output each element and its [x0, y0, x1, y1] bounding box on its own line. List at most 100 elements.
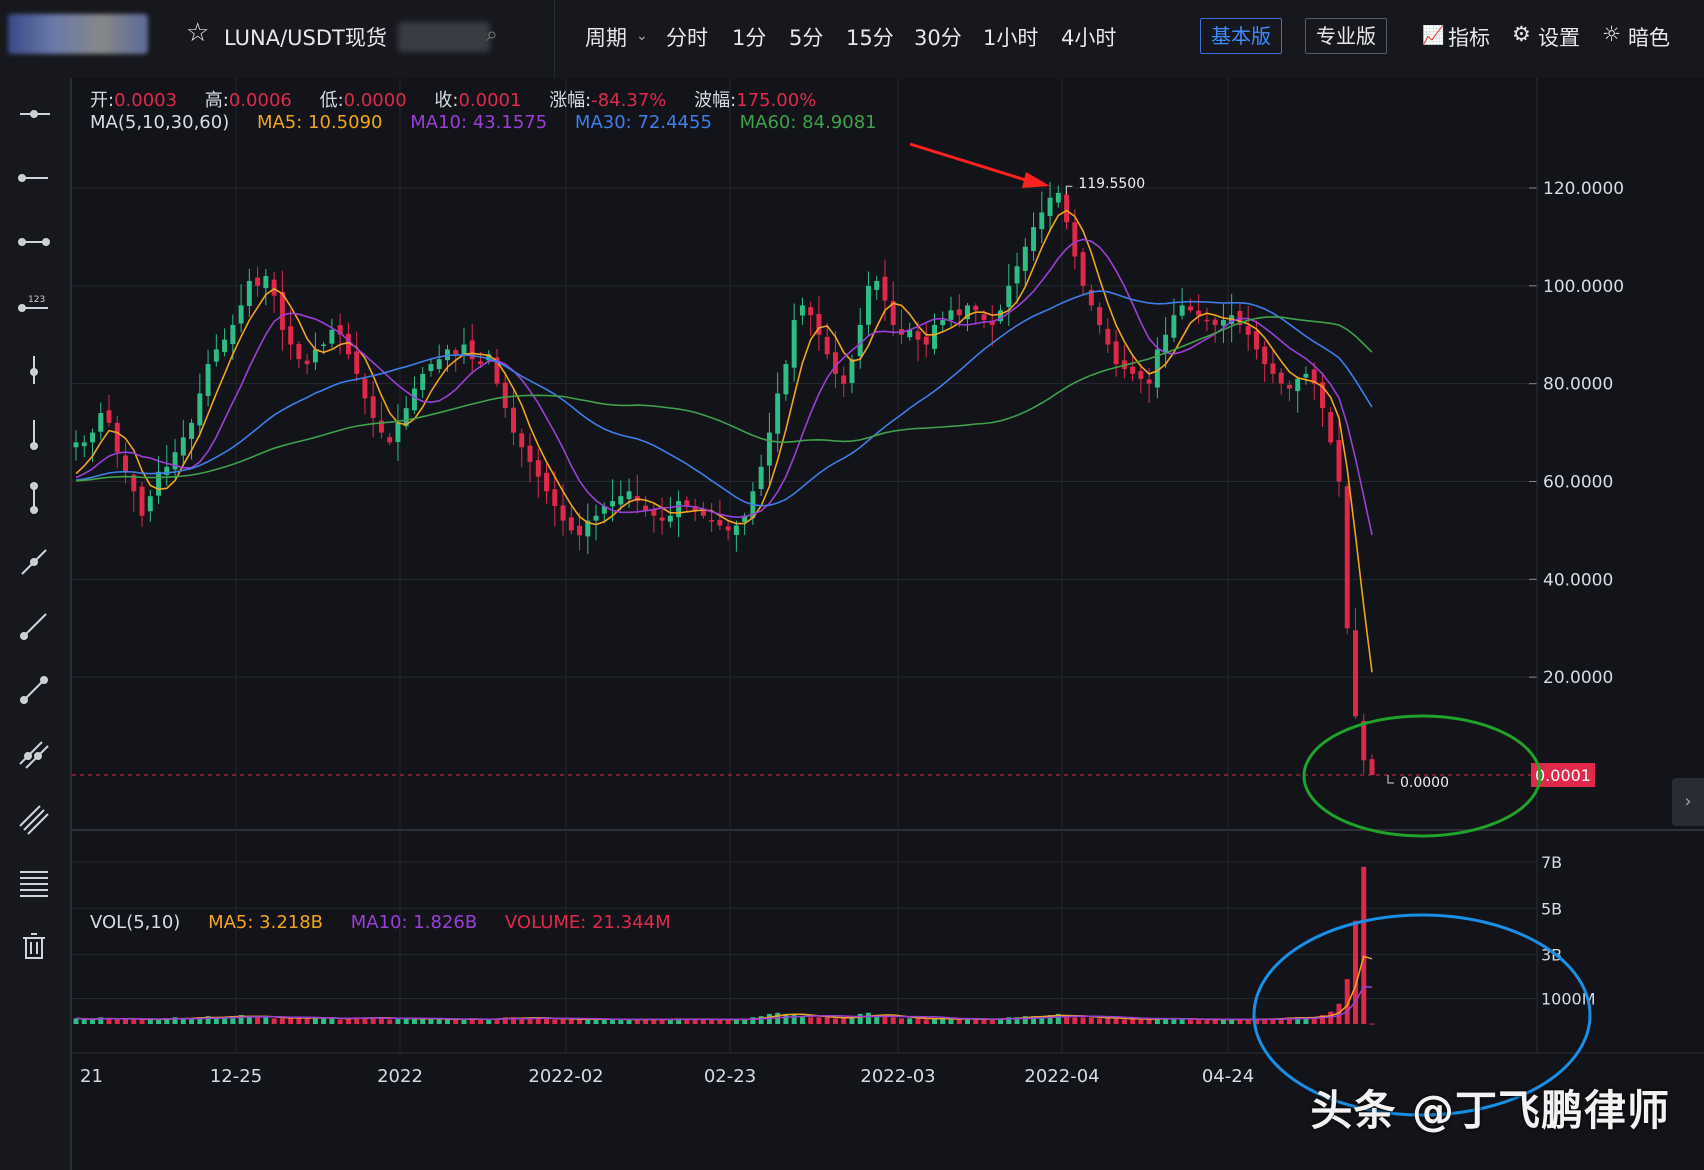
candle-body: [593, 515, 599, 521]
multi-parallel-icon[interactable]: [14, 798, 54, 838]
price-line-icon[interactable]: 123: [14, 286, 54, 326]
trend-ray-icon[interactable]: [14, 542, 54, 582]
tab-timeframe-2[interactable]: 5分: [789, 22, 823, 52]
candle-body: [766, 432, 772, 466]
volume-bar: [907, 1018, 913, 1024]
tab-timeframe-3[interactable]: 15分: [846, 22, 894, 52]
candle-body: [189, 422, 195, 439]
volume-bar: [956, 1019, 962, 1024]
candle-body: [271, 279, 277, 296]
indicator-icon[interactable]: 📈: [1422, 25, 1444, 46]
delete-icon[interactable]: [14, 926, 54, 966]
volume-bar: [709, 1019, 715, 1024]
candle-body: [81, 442, 87, 447]
indicators-button[interactable]: 指标: [1448, 22, 1490, 52]
amplitude-value: 175.00%: [736, 90, 817, 111]
candle-body: [1006, 285, 1012, 307]
candle-body: [296, 343, 302, 360]
trend-segment-icon[interactable]: [14, 670, 54, 710]
candle-body: [684, 500, 690, 506]
price-tick-label: 20.0000: [1543, 668, 1613, 688]
volume-bar: [321, 1018, 327, 1024]
time-tick-label: 12-25: [210, 1066, 262, 1087]
volume-bar: [824, 1017, 830, 1024]
high-label: 高:: [204, 90, 229, 111]
theme-button[interactable]: 暗色: [1628, 22, 1670, 52]
trend-line-icon[interactable]: [14, 606, 54, 646]
candle-body: [973, 305, 979, 311]
tab-timeframe-1[interactable]: 1分: [732, 22, 766, 52]
candle-body: [948, 310, 954, 320]
tab-timeframe-5[interactable]: 1小时: [983, 22, 1038, 52]
time-tick-label: 2022-04: [1024, 1066, 1099, 1087]
horizontal-ray-icon[interactable]: [14, 94, 54, 134]
candle-body: [304, 360, 310, 365]
volume-bar: [279, 1018, 285, 1024]
price-tick-label: 60.0000: [1543, 473, 1613, 493]
candlestick-chart[interactable]: 20.0000 40.0000 60.0000 80.0000 100.0000 120.…: [72, 78, 1704, 1170]
volume-bar: [857, 1013, 863, 1024]
volume-bar: [989, 1019, 995, 1024]
volume-bar: [1369, 1023, 1375, 1025]
symbol-title[interactable]: LUNA/USDT现货: [224, 22, 387, 52]
vertical-segment-icon[interactable]: [14, 478, 54, 518]
top-toolbar: ☆ LUNA/USDT现货 ⌕ 周期 ⌄ 分时 1分 5分 15分 30分 1小…: [0, 0, 1704, 79]
expand-panel-button[interactable]: ›: [1672, 778, 1704, 826]
favorite-star-icon[interactable]: ☆: [186, 18, 209, 48]
period-dropdown[interactable]: 周期: [585, 22, 627, 52]
candle-body: [1278, 372, 1284, 384]
candle-body: [288, 326, 294, 345]
candle-body: [1047, 197, 1053, 216]
candle-body: [577, 525, 583, 536]
candle-body: [411, 388, 417, 411]
volume-bar: [841, 1018, 847, 1024]
sun-icon[interactable]: ☼: [1602, 22, 1621, 46]
horizontal-segment-icon[interactable]: [14, 222, 54, 262]
volume-bar: [139, 1019, 145, 1024]
volume-bar: [312, 1018, 318, 1024]
candle-body: [733, 525, 739, 535]
pro-version-button[interactable]: 专业版: [1305, 18, 1387, 54]
volume-bar: [81, 1019, 87, 1024]
tab-timeframe-0[interactable]: 分时: [666, 22, 708, 52]
volume-bar: [882, 1016, 888, 1024]
volume-bar: [700, 1019, 706, 1024]
candle-body: [1336, 439, 1342, 482]
chart-area[interactable]: 20.0000 40.0000 60.0000 80.0000 100.0000 120.…: [72, 78, 1704, 1170]
volume-bar: [453, 1019, 459, 1024]
horizontal-line-icon[interactable]: [14, 158, 54, 198]
candle-body: [1179, 305, 1185, 316]
fibonacci-icon[interactable]: [14, 862, 54, 902]
candle-body: [230, 324, 236, 345]
watermark: 头条 @丁飞鹏律师: [1310, 1086, 1670, 1135]
parallel-channel-icon[interactable]: [14, 734, 54, 774]
candle-body: [98, 413, 104, 432]
candle-body: [362, 378, 368, 399]
chevron-down-icon[interactable]: ⌄: [636, 28, 648, 44]
volume-bar: [684, 1019, 690, 1024]
candle-body: [1353, 630, 1358, 717]
candle-body: [1022, 246, 1028, 271]
candle-body: [1031, 227, 1037, 251]
settings-button[interactable]: 设置: [1538, 22, 1580, 52]
candle-body: [436, 359, 442, 369]
tab-timeframe-4[interactable]: 30分: [914, 22, 962, 52]
divider: [554, 0, 555, 78]
volume-bar: [420, 1019, 426, 1024]
ma-legend-title: MA(5,10,30,60): [90, 112, 230, 133]
candle-body: [709, 520, 715, 522]
candle-body: [544, 472, 549, 492]
vertical-line-icon[interactable]: [14, 414, 54, 454]
gear-icon[interactable]: ⚙: [1512, 22, 1531, 46]
volume-bar: [890, 1017, 896, 1024]
tab-timeframe-6[interactable]: 4小时: [1061, 22, 1116, 52]
candle-body: [428, 364, 434, 372]
volume-bar: [444, 1019, 450, 1024]
vertical-ray-icon[interactable]: [14, 350, 54, 390]
search-icon[interactable]: ⌕: [486, 22, 498, 47]
volume-tick-label: 3B: [1541, 946, 1562, 965]
candle-body: [255, 277, 261, 286]
volume-bar: [156, 1019, 162, 1024]
basic-version-button[interactable]: 基本版: [1200, 18, 1282, 54]
candle-body: [1196, 310, 1202, 316]
